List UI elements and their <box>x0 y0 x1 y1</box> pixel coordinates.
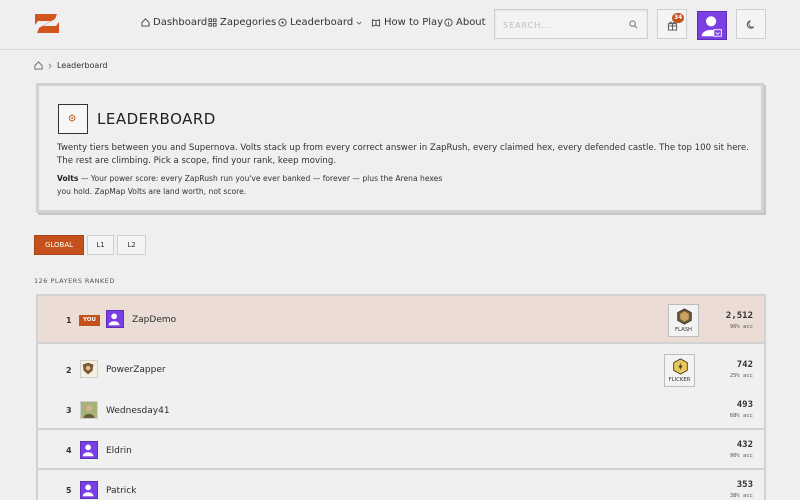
accuracy: 25% acc <box>729 373 753 379</box>
rank-number: 4 <box>66 446 72 455</box>
leaderboard-info-card: LEADERBOARD Twenty tiers between you and… <box>36 83 764 213</box>
nav-how-to-play-label: How to Play <box>384 17 444 28</box>
photo-avatar-icon <box>81 402 97 418</box>
table-row[interactable]: 3 Wednesday41 493 68% acc <box>38 392 764 430</box>
volts-term: Volts <box>57 174 79 183</box>
rank-number: 3 <box>66 406 72 415</box>
theme-toggle-button[interactable] <box>736 9 766 39</box>
search-input[interactable] <box>503 18 621 32</box>
tab-l1[interactable]: L1 <box>87 235 114 255</box>
nav-about[interactable]: About <box>444 17 486 28</box>
nav-dashboard-label: Dashboard <box>153 17 208 28</box>
accuracy: 90% acc <box>729 453 753 459</box>
rank-number: 1 <box>66 316 72 325</box>
accuracy: 96% acc <box>729 324 753 330</box>
volts-line-1: — Your power score: every ZapRush run yo… <box>78 174 443 183</box>
volts-score: 353 <box>736 480 753 490</box>
user-avatar-icon <box>82 484 94 497</box>
tier-label: FLASH <box>674 327 693 333</box>
nav-about-label: About <box>456 17 486 28</box>
page-title: LEADERBOARD <box>97 110 216 128</box>
avatar <box>80 441 98 459</box>
target-icon <box>68 114 76 122</box>
avatar <box>106 310 124 328</box>
player-name[interactable]: PowerZapper <box>106 365 166 375</box>
volts-score: 432 <box>736 440 753 450</box>
nav-zapegories-label: Zapegories <box>220 17 277 28</box>
chevron-right-icon <box>48 62 52 69</box>
breadcrumb: Leaderboard <box>34 61 108 70</box>
table-row[interactable]: 2 PowerZapper FLICKER 742 25% acc <box>38 346 764 394</box>
notification-count-badge: 34 <box>672 13 685 23</box>
nav-how-to-play[interactable]: How to Play <box>371 17 443 28</box>
leaderboard-table: 1 YOU ZapDemo FLASH 2,512 96% acc 2 Powe… <box>36 294 766 500</box>
logo-icon[interactable] <box>33 11 61 37</box>
table-row[interactable]: 5 Patrick 353 38% acc <box>38 472 764 500</box>
search-icon[interactable] <box>629 20 638 29</box>
accuracy: 68% acc <box>729 413 753 419</box>
leaderboard-description: Twenty tiers between you and Supernova. … <box>57 143 749 166</box>
tier-badge: FLASH <box>668 304 699 337</box>
nav-dashboard[interactable]: Dashboard <box>141 17 207 28</box>
volts-explanation: Volts — Your power score: every ZapRush … <box>57 173 477 198</box>
book-icon <box>371 19 381 27</box>
volts-score: 2,512 <box>725 311 753 321</box>
player-name[interactable]: ZapDemo <box>132 315 176 325</box>
nav-zapegories[interactable]: Zapegories <box>208 17 276 28</box>
tier-badge: FLICKER <box>664 354 695 387</box>
table-row[interactable]: 1 YOU ZapDemo FLASH 2,512 96% acc <box>38 296 764 344</box>
shield-avatar-icon <box>82 362 94 375</box>
volts-score: 742 <box>736 360 753 370</box>
nav-leaderboard-label: Leaderboard <box>290 17 354 28</box>
player-name[interactable]: Eldrin <box>106 446 132 456</box>
players-ranked-count: 126 PLAYERS RANKED <box>34 277 115 285</box>
notifications-button[interactable]: 34 <box>657 9 687 39</box>
user-avatar-icon <box>108 313 120 326</box>
user-avatar-icon <box>82 444 94 457</box>
moon-icon <box>746 20 755 29</box>
user-avatar-button[interactable] <box>697 11 727 40</box>
you-badge: YOU <box>79 315 100 326</box>
avatar <box>80 360 98 378</box>
home-icon[interactable] <box>34 61 43 70</box>
avatar <box>80 401 98 419</box>
tab-l2[interactable]: L2 <box>117 235 146 255</box>
leaderboard-target-icon <box>58 104 88 134</box>
player-name[interactable]: Patrick <box>106 486 136 496</box>
volts-score: 493 <box>736 400 753 410</box>
grid-icon <box>208 18 217 27</box>
volts-line-2: you hold. ZapMap Volts are land worth, n… <box>57 186 247 196</box>
info-icon <box>444 18 453 27</box>
accuracy: 38% acc <box>729 493 753 499</box>
chevron-down-icon <box>356 21 362 25</box>
top-header: Dashboard Zapegories Leaderboard How to … <box>0 0 800 50</box>
hexagon-tier-icon <box>677 308 692 325</box>
rank-number: 2 <box>66 366 72 375</box>
player-name[interactable]: Wednesday41 <box>106 406 170 416</box>
breadcrumb-current: Leaderboard <box>57 61 108 70</box>
search-box <box>494 9 648 39</box>
avatar <box>80 481 98 499</box>
target-icon <box>278 18 287 27</box>
table-row[interactable]: 4 Eldrin 432 90% acc <box>38 432 764 470</box>
tier-label: FLICKER <box>668 377 691 383</box>
tab-global[interactable]: GLOBAL <box>34 235 84 255</box>
hexagon-tier-icon <box>673 358 688 375</box>
home-icon <box>141 18 150 27</box>
nav-leaderboard[interactable]: Leaderboard <box>278 17 362 28</box>
rank-number: 5 <box>66 486 72 495</box>
user-avatar-icon <box>701 16 722 37</box>
